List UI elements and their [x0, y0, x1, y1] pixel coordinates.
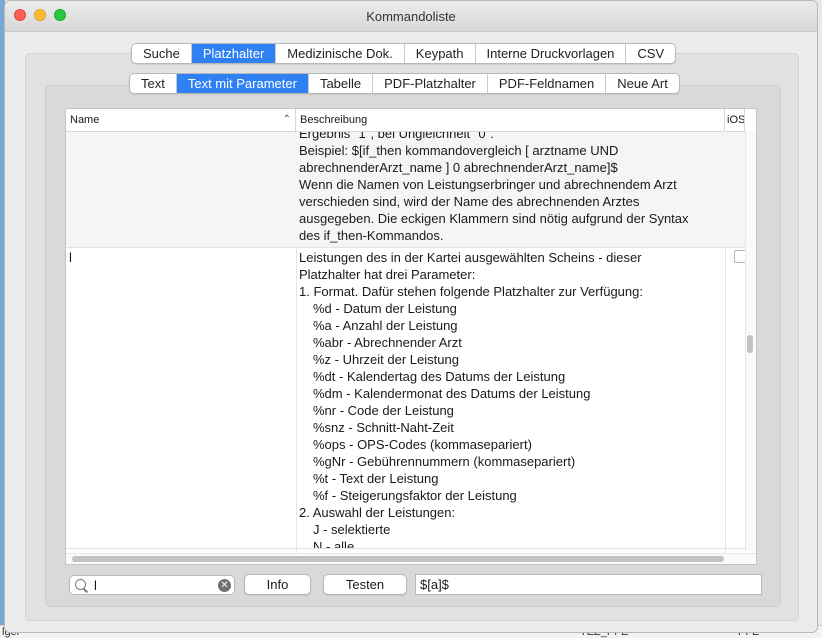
placeholder-table[interactable]: Name ⌃ Beschreibung iOS Ergebnis "1", be…	[65, 108, 757, 565]
description-line: %t - Text der Leistung	[313, 471, 439, 486]
table-header: Name ⌃ Beschreibung iOS	[66, 109, 756, 132]
description-line: N - alle	[313, 539, 355, 549]
description-line: Ergebnis "1", bei Ungleichheit "0".	[299, 132, 494, 141]
description-line: J - selektierte	[313, 522, 391, 537]
tab-csv[interactable]: CSV	[626, 44, 675, 63]
column-header-ios[interactable]: iOS	[725, 109, 745, 131]
description-line: ausgegeben. Die eckigen Klammern sind nö…	[299, 211, 689, 226]
description-cell: Leistungen des in der Kartei ausgewählte…	[299, 249, 723, 549]
description-line: Beispiel: $[if_then kommandovergleich [ …	[299, 143, 619, 158]
description-line: %f - Steigerungsfaktor der Leistung	[313, 488, 517, 503]
tab-suche[interactable]: Suche	[132, 44, 192, 63]
vertical-scroll-thumb[interactable]	[747, 335, 753, 353]
description-line: Wenn die Namen von Leistungserbringer un…	[299, 177, 677, 192]
tab-platzhalter[interactable]: Platzhalter	[191, 44, 277, 63]
tab-interne-druckvorlagen[interactable]: Interne Druckvorlagen	[476, 44, 627, 63]
subtab-text[interactable]: Text	[130, 74, 177, 93]
clear-search-icon[interactable]: ✕	[218, 579, 231, 592]
subtab-pdf-feldnamen[interactable]: PDF-Feldnamen	[488, 74, 607, 93]
title-bar: Kommandoliste	[5, 1, 817, 32]
description-line: %z - Uhrzeit der Leistung	[313, 352, 459, 367]
table-row[interactable]: Ergebnis "1", bei Ungleichheit "0". Beis…	[66, 132, 745, 248]
subtab-tabelle[interactable]: Tabelle	[309, 74, 374, 93]
description-line: Platzhalter hat drei Parameter:	[299, 267, 476, 282]
horizontal-scroll-thumb[interactable]	[72, 556, 724, 562]
sub-tab-bar: Text Text mit Parameter Tabelle PDF-Plat…	[129, 73, 680, 94]
description-line: 2. Auswahl der Leistungen:	[299, 505, 456, 520]
subtab-neue-art[interactable]: Neue Art	[606, 74, 679, 93]
description-line: %d - Datum der Leistung	[313, 301, 457, 316]
search-icon	[75, 579, 86, 590]
description-line: %nr - Code der Leistung	[313, 403, 454, 418]
command-field[interactable]: $[a]$	[415, 574, 762, 595]
description-line: %snz - Schnitt-Naht-Zeit	[313, 420, 454, 435]
description-line: %a - Anzahl der Leistung	[313, 318, 458, 333]
column-header-description[interactable]: Beschreibung	[296, 109, 725, 131]
subtab-text-mit-parameter[interactable]: Text mit Parameter	[176, 74, 309, 93]
name-cell: l	[69, 250, 72, 265]
description-line: abrechnenderArzt_name ] 0 abrechnenderAr…	[299, 160, 618, 175]
main-tab-bar: Suche Platzhalter Medizinische Dok. Keyp…	[131, 43, 677, 64]
description-line: %gNr - Gebührennummern (kommasepariert)	[313, 454, 576, 469]
kommandoliste-window: Kommandoliste Suche Platzhalter Medizini…	[4, 0, 818, 633]
table-row[interactable]: l Leistungen des in der Kartei ausgewähl…	[66, 248, 745, 549]
search-field[interactable]: l ✕	[69, 575, 235, 595]
sort-ascending-icon: ⌃	[282, 114, 291, 125]
description-cell: Ergebnis "1", bei Ungleichheit "0". Beis…	[299, 132, 723, 244]
column-header-name[interactable]: Name ⌃	[66, 109, 296, 131]
description-line: %abr - Abrechnender Arzt	[313, 335, 462, 350]
description-line: verschieden sind, wird der Name des abre…	[299, 194, 640, 209]
tab-medizinische-dok[interactable]: Medizinische Dok.	[276, 44, 405, 63]
search-input[interactable]: l	[94, 577, 97, 594]
subtab-pdf-platzhalter[interactable]: PDF-Platzhalter	[373, 74, 488, 93]
window-title: Kommandoliste	[366, 9, 456, 24]
description-line: Leistungen des in der Kartei ausgewählte…	[299, 250, 642, 265]
description-line: %dt - Kalendertag des Datums der Leistun…	[313, 369, 566, 384]
test-button[interactable]: Testen	[323, 574, 407, 595]
description-line: des if_then-Kommandos.	[299, 228, 444, 243]
description-line: %dm - Kalendermonat des Datums der Leist…	[313, 386, 591, 401]
description-line: 1. Format. Dafür stehen folgende Platzha…	[299, 284, 643, 299]
tab-keypath[interactable]: Keypath	[405, 44, 476, 63]
description-line: %ops - OPS-Codes (kommasepariert)	[313, 437, 532, 452]
info-button[interactable]: Info	[244, 574, 311, 595]
